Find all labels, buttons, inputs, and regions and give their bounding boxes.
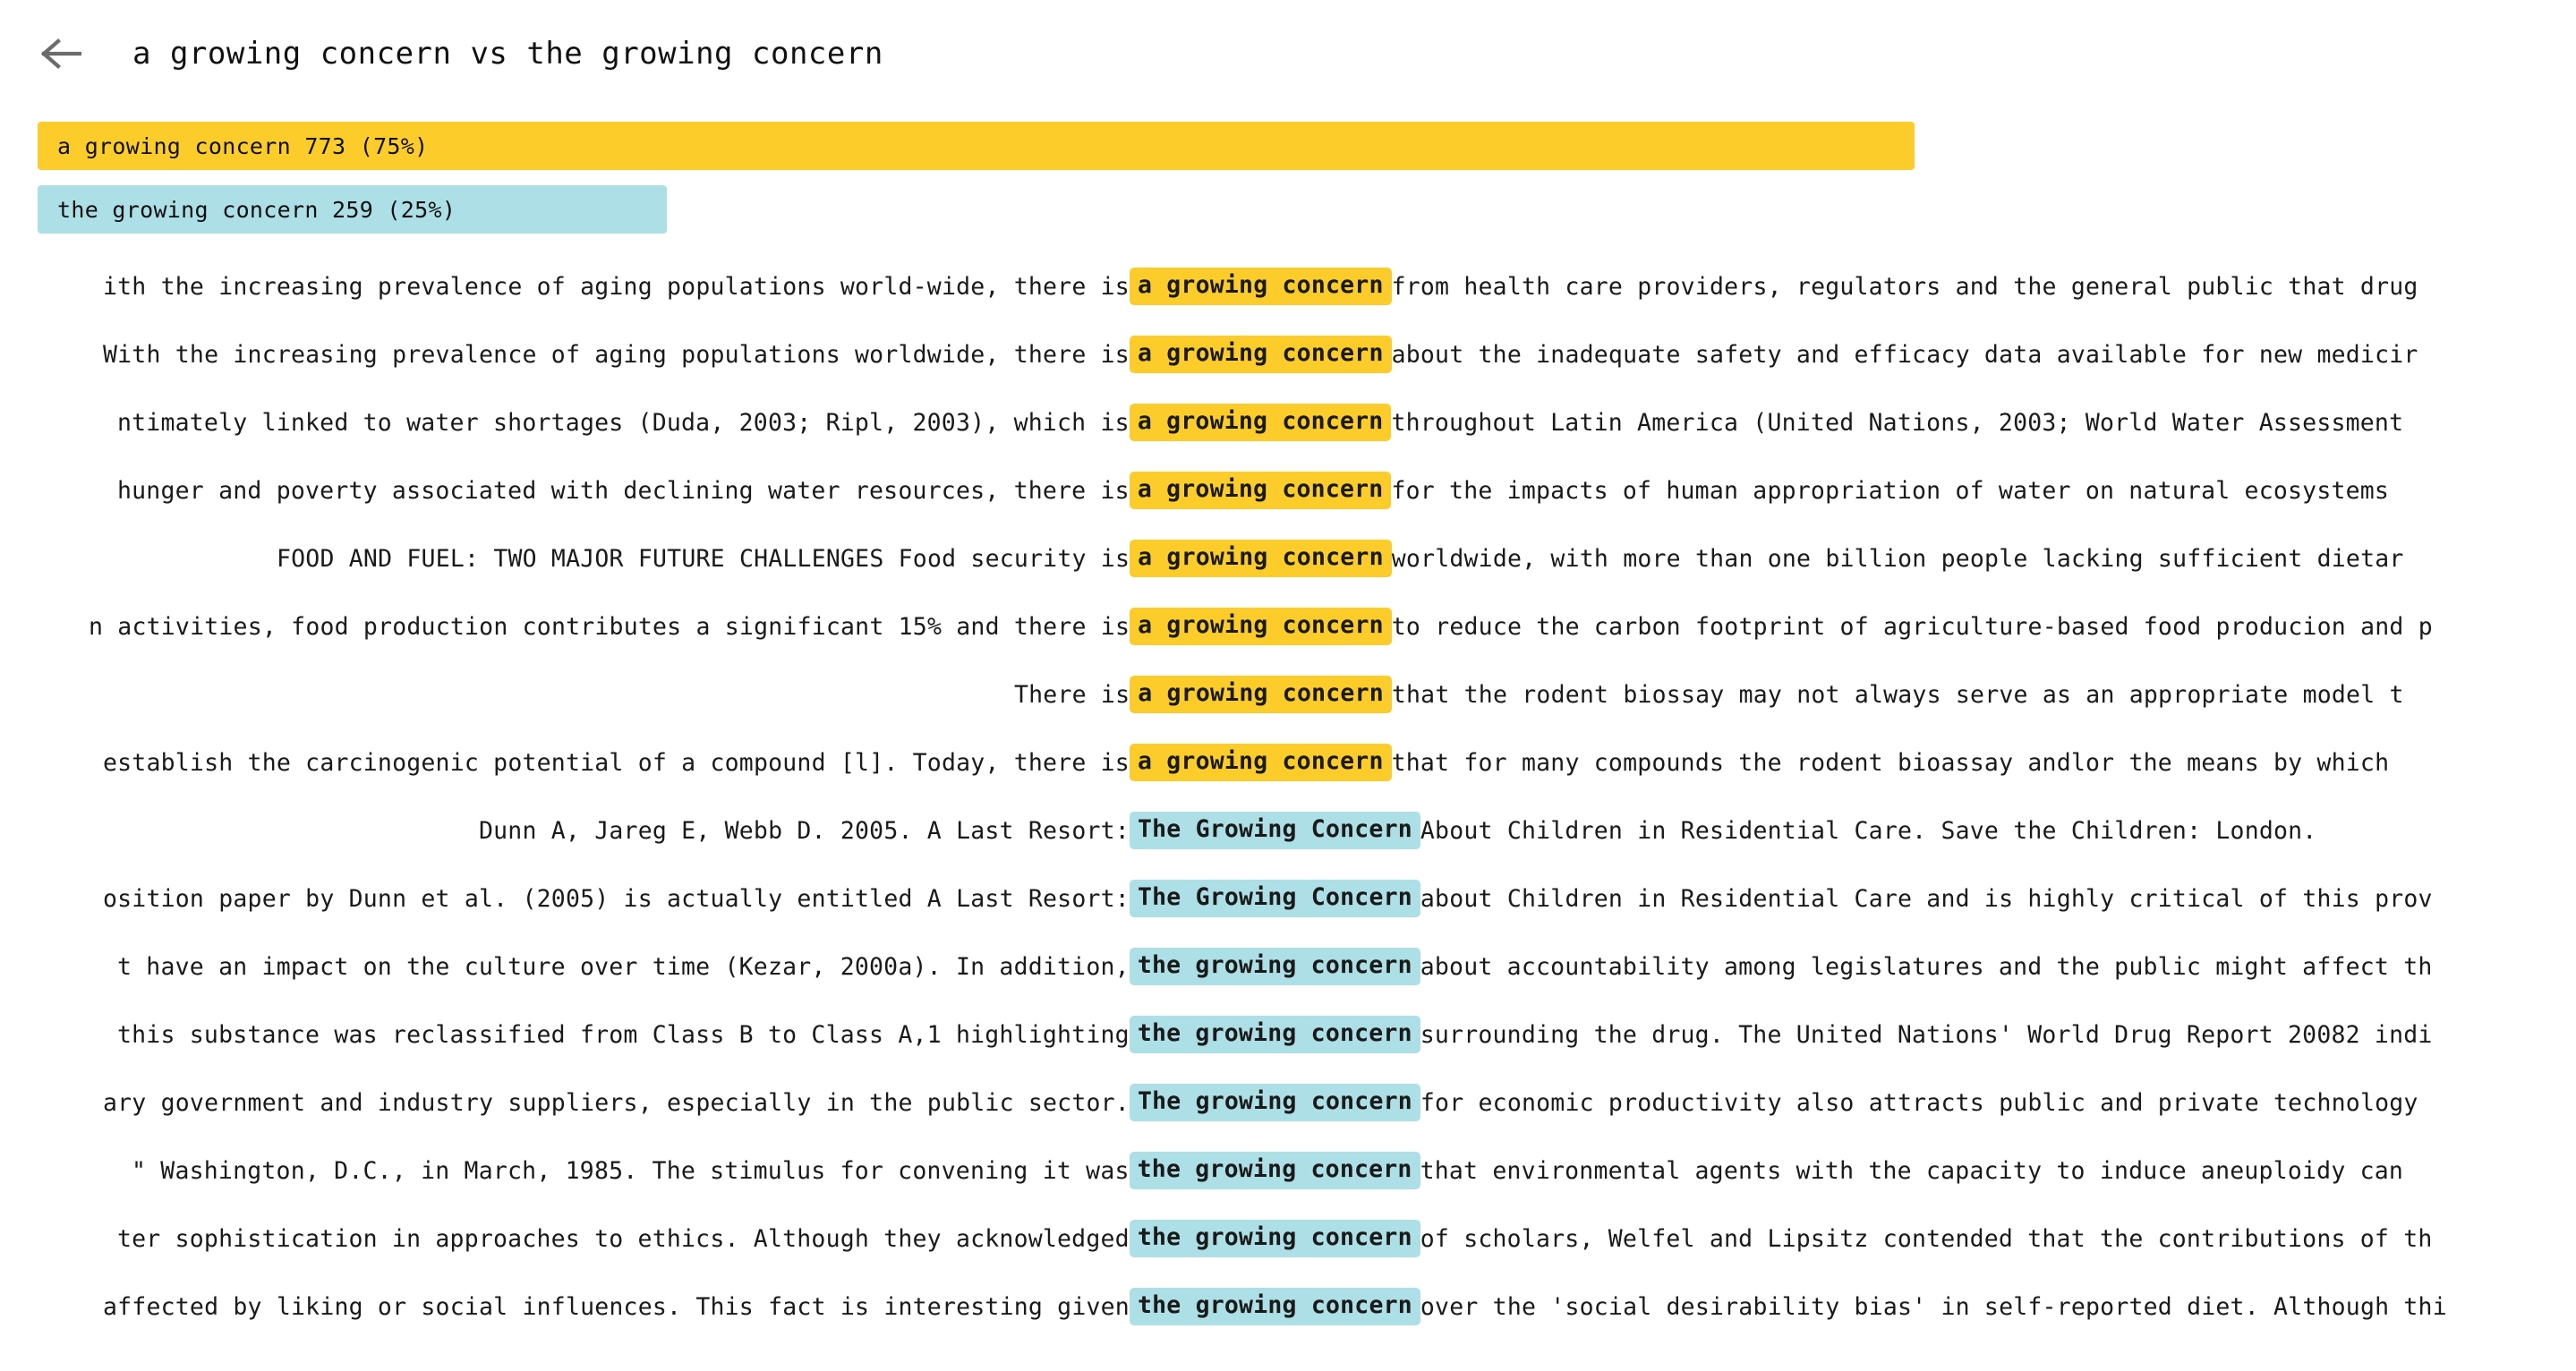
- concordance-right-context: over the 'social desirability bias' in s…: [1420, 1292, 2447, 1321]
- page-header: a growing concern vs the growing concern: [0, 0, 2576, 107]
- concordance-left-context: ter sophistication in approaches to ethi…: [117, 1224, 1130, 1253]
- concordance-keyword[interactable]: The Growing Concern: [1129, 812, 1420, 849]
- concordance-right-context: about accountability among legislatures …: [1420, 952, 2433, 981]
- concordance-keyword[interactable]: a growing concern: [1129, 268, 1392, 305]
- concordance-left-context: With the increasing prevalence of aging …: [103, 340, 1130, 369]
- concordance-left-context: FOOD AND FUEL: TWO MAJOR FUTURE CHALLENG…: [277, 544, 1130, 573]
- comparison-bar-b[interactable]: the growing concern 259 (25%): [38, 185, 667, 234]
- concordance-line-inner: ntimately linked to water shortages (Dud…: [117, 404, 2403, 441]
- concordance-line[interactable]: There is a growing concern that the rode…: [0, 660, 2576, 728]
- concordance-line-inner: ith the increasing prevalence of aging p…: [103, 268, 2418, 305]
- page-title: a growing concern vs the growing concern: [132, 36, 883, 72]
- back-button[interactable]: [32, 25, 90, 82]
- concordance-left-context: affected by liking or social influences.…: [103, 1292, 1130, 1321]
- concordance-line[interactable]: ary government and industry suppliers, e…: [0, 1069, 2576, 1137]
- concordance-line-inner: ary government and industry suppliers, e…: [103, 1084, 2418, 1121]
- arrow-left-icon: [40, 38, 81, 70]
- concordance-line[interactable]: ter sophistication in approaches to ethi…: [0, 1205, 2576, 1273]
- concordance-left-context: n activities, food production contribute…: [89, 612, 1130, 641]
- concordance-line[interactable]: Dunn A, Jareg E, Webb D. 2005. A Last Re…: [0, 796, 2576, 864]
- concordance-left-context: ntimately linked to water shortages (Dud…: [117, 408, 1130, 437]
- concordance-left-context: establish the carcinogenic potential of …: [103, 748, 1130, 777]
- concordance-right-context: throughout Latin America (United Nations…: [1391, 408, 2404, 437]
- concordance-line-inner: With the increasing prevalence of aging …: [103, 336, 2418, 373]
- concordance-line[interactable]: establish the carcinogenic potential of …: [0, 728, 2576, 796]
- concordance-line[interactable]: n activities, food production contribute…: [0, 592, 2576, 660]
- concordance-right-context: for economic productivity also attracts …: [1420, 1088, 2418, 1117]
- concordance-keyword[interactable]: a growing concern: [1130, 540, 1392, 577]
- concordance-right-context: from health care providers, regulators a…: [1391, 272, 2418, 301]
- concordance-right-context: for the impacts of human appropriation o…: [1391, 476, 2390, 505]
- concordance-line[interactable]: With the increasing prevalence of aging …: [0, 320, 2576, 388]
- concordance-right-context: that environmental agents with the capac…: [1420, 1156, 2404, 1185]
- concordance-line-inner: hunger and poverty associated with decli…: [117, 472, 2389, 509]
- concordance-line[interactable]: this substance was reclassified from Cla…: [0, 1001, 2576, 1069]
- concordance-line[interactable]: ntimately linked to water shortages (Dud…: [0, 388, 2576, 456]
- concordance-keyword[interactable]: The Growing Concern: [1129, 880, 1420, 917]
- concordance-right-context: About Children in Residential Care. Save…: [1420, 816, 2317, 845]
- concordance-left-context: osition paper by Dunn et al. (2005) is a…: [103, 884, 1130, 913]
- concordance-right-context: that the rodent biossay may not always s…: [1391, 680, 2404, 709]
- concordance-left-context: t have an impact on the culture over tim…: [117, 952, 1130, 981]
- concordance-line-inner: n activities, food production contribute…: [89, 608, 2433, 645]
- concordance-line-inner: There is a growing concern that the rode…: [1014, 676, 2404, 713]
- concordance-line[interactable]: " Washington, D.C., in March, 1985. The …: [0, 1137, 2576, 1205]
- concordance-keyword[interactable]: a growing concern: [1129, 404, 1392, 441]
- concordance-keyword[interactable]: a growing concern: [1129, 744, 1392, 781]
- concordance-right-context: surrounding the drug. The United Nations…: [1420, 1020, 2433, 1049]
- concordance-left-context: Dunn A, Jareg E, Webb D. 2005. A Last Re…: [479, 816, 1130, 845]
- concordance-left-context: ith the increasing prevalence of aging p…: [103, 272, 1130, 301]
- concordance-right-context: about the inadequate safety and efficacy…: [1391, 340, 2418, 369]
- concordance-left-context: this substance was reclassified from Cla…: [117, 1020, 1130, 1049]
- concordance-line-inner: t have an impact on the culture over tim…: [117, 948, 2433, 985]
- concordance-list: ith the increasing prevalence of aging p…: [0, 252, 2576, 1371]
- comparison-bar-a[interactable]: a growing concern 773 (75%): [38, 122, 1915, 170]
- concordance-right-context: that for many compounds the rodent bioas…: [1391, 748, 2390, 777]
- concordance-line[interactable]: ith the increasing prevalence of aging p…: [0, 252, 2576, 320]
- concordance-line[interactable]: hunger and poverty associated with decli…: [0, 456, 2576, 524]
- concordance-keyword[interactable]: the growing concern: [1129, 1016, 1420, 1053]
- comparison-bar-chart: a growing concern 773 (75%) the growing …: [38, 122, 2544, 249]
- concordance-line-inner: Dunn A, Jareg E, Webb D. 2005. A Last Re…: [479, 812, 2316, 849]
- concordance-keyword[interactable]: The growing concern: [1129, 1084, 1420, 1121]
- concordance-left-context: There is: [1014, 680, 1130, 709]
- concordance-right-context: to reduce the carbon footprint of agricu…: [1391, 612, 2433, 641]
- concordance-line-inner: ter sophistication in approaches to ethi…: [117, 1220, 2433, 1257]
- concordance-keyword[interactable]: a growing concern: [1129, 472, 1392, 509]
- concordance-left-context: hunger and poverty associated with decli…: [117, 476, 1130, 505]
- concordance-line-inner: FOOD AND FUEL: TWO MAJOR FUTURE CHALLENG…: [277, 540, 2404, 577]
- concordance-line[interactable]: affected by liking or social influences.…: [0, 1273, 2576, 1341]
- concordance-right-context: of scholars, Welfel and Lipsitz contende…: [1420, 1224, 2433, 1253]
- concordance-line[interactable]: t have an impact on the culture over tim…: [0, 932, 2576, 1001]
- concordance-keyword[interactable]: a growing concern: [1130, 676, 1392, 713]
- concordance-line-inner: " Washington, D.C., in March, 1985. The …: [132, 1152, 2403, 1189]
- concordance-left-context: " Washington, D.C., in March, 1985. The …: [132, 1156, 1130, 1185]
- concordance-keyword[interactable]: the growing concern: [1129, 1288, 1420, 1325]
- concordance-line[interactable]: FOOD AND FUEL: TWO MAJOR FUTURE CHALLENG…: [0, 524, 2576, 592]
- concordance-keyword[interactable]: the growing concern: [1129, 948, 1420, 985]
- concordance-line-inner: osition paper by Dunn et al. (2005) is a…: [103, 880, 2433, 917]
- concordance-keyword[interactable]: a growing concern: [1130, 608, 1392, 645]
- comparison-bar-a-label: a growing concern 773 (75%): [57, 132, 429, 159]
- comparison-bar-b-label: the growing concern 259 (25%): [57, 196, 456, 223]
- concordance-keyword[interactable]: the growing concern: [1129, 1220, 1420, 1257]
- concordance-line[interactable]: osition paper by Dunn et al. (2005) is a…: [0, 864, 2576, 932]
- concordance-line-inner: affected by liking or social influences.…: [103, 1288, 2447, 1325]
- concordance-right-context: about Children in Residential Care and i…: [1420, 884, 2433, 913]
- concordance-line-inner: establish the carcinogenic potential of …: [103, 744, 2389, 781]
- concordance-left-context: ary government and industry suppliers, e…: [103, 1088, 1130, 1117]
- concordance-keyword[interactable]: a growing concern: [1129, 336, 1392, 373]
- concordance-right-context: worldwide, with more than one billion pe…: [1391, 544, 2404, 573]
- concordance-keyword[interactable]: the growing concern: [1129, 1152, 1420, 1189]
- concordance-line-inner: this substance was reclassified from Cla…: [117, 1016, 2433, 1053]
